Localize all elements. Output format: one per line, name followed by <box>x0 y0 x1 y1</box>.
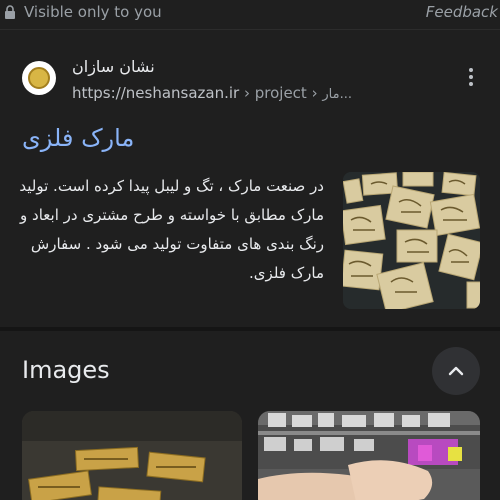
result-thumbnail[interactable] <box>343 172 480 309</box>
site-url[interactable]: https://neshansazan.ir › project › مار..… <box>72 84 352 102</box>
feedback-link[interactable]: Feedback <box>426 3 498 21</box>
lock-icon <box>5 5 15 19</box>
section-divider <box>0 327 500 331</box>
collapse-button[interactable] <box>432 347 480 395</box>
visibility-label: Visible only to you <box>24 3 162 21</box>
url-base: https://neshansazan.ir <box>72 84 240 102</box>
metal-labels-photo <box>22 411 242 500</box>
url-breadcrumb-tail: مار... <box>322 87 352 102</box>
site-favicon[interactable] <box>22 61 56 95</box>
divider <box>0 29 500 30</box>
visibility-bar: Visible only to you Feedback <box>0 0 500 26</box>
metal-tags-photo <box>343 172 480 309</box>
url-breadcrumb: › project › <box>239 84 323 102</box>
chevron-up-icon <box>448 366 464 376</box>
result-snippet: در صنعت مارک ، تگ و لیبل پیدا کرده است. … <box>19 177 324 282</box>
image-result-2[interactable] <box>258 411 480 500</box>
result-title-link[interactable]: مارک فلزی <box>22 124 134 152</box>
site-logo <box>28 67 50 89</box>
images-heading: Images <box>22 356 110 384</box>
site-name[interactable]: نشان سازان <box>72 57 155 76</box>
more-options-icon[interactable] <box>462 66 480 88</box>
hand-holding-label-photo <box>258 411 480 500</box>
image-result-1[interactable] <box>22 411 242 500</box>
